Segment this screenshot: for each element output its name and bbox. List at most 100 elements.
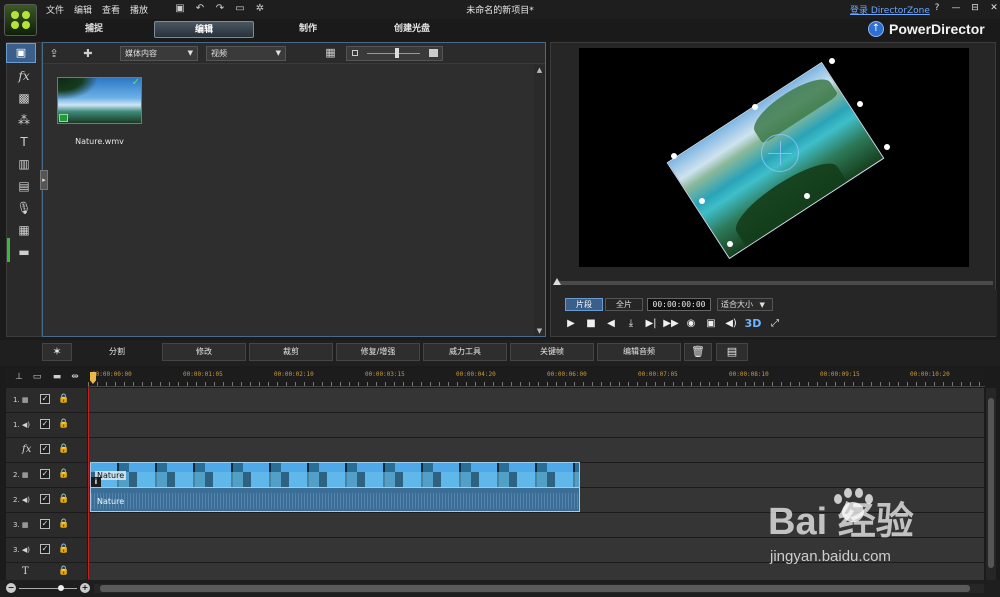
resize-handle[interactable] (857, 101, 863, 107)
trash-icon[interactable]: 🗑 (684, 343, 712, 361)
upgrade-arrow-icon[interactable]: ↑ (868, 21, 884, 37)
fit-size-dropdown[interactable]: 适合大小 ▼ (717, 298, 773, 311)
video-clip[interactable]: Nature i (90, 462, 580, 488)
track-enable-checkbox[interactable]: ✓ (40, 419, 50, 429)
step-icon[interactable]: ⤓ (623, 317, 639, 331)
resize-handle[interactable] (804, 193, 810, 199)
track-lane[interactable] (88, 413, 984, 437)
fx-icon[interactable]: fx (13, 67, 35, 85)
tab-produce[interactable]: 制作 (258, 21, 358, 38)
track-lane[interactable] (88, 438, 984, 462)
media-item-name[interactable]: Nature.wmv (57, 137, 142, 146)
add-track-icon[interactable]: ▬ (50, 371, 64, 383)
panel-collapse-handle[interactable]: ▸ (40, 170, 48, 190)
preview-screen[interactable] (579, 48, 969, 267)
timeline-horizontal-scrollbar[interactable] (94, 584, 984, 593)
lock-icon[interactable]: 🔒 (58, 518, 69, 530)
scrollbar-thumb[interactable] (100, 585, 970, 592)
3d-mode-icon[interactable]: 3D (743, 317, 763, 331)
subtitle-icon[interactable]: ▬ (13, 243, 35, 261)
zoom-in-icon[interactable]: + (80, 583, 90, 593)
thumbnail-size-slider[interactable] (346, 46, 443, 61)
pip-objects-icon[interactable]: ▩ (13, 89, 35, 107)
fix-enhance-button[interactable]: 修复/增强 (336, 343, 420, 361)
scroll-down-icon[interactable]: ▼ (534, 326, 545, 336)
plugin-icon[interactable]: ✚ (79, 46, 97, 61)
more-icon[interactable]: ▤ (716, 343, 748, 361)
storyboard-view-icon[interactable]: ▭ (30, 371, 44, 383)
directorzone-login-link[interactable]: 登录 DirectorZone (850, 3, 930, 16)
help-button[interactable]: ? (930, 2, 944, 15)
transition-icon[interactable]: ▥ (13, 155, 35, 173)
display-icon[interactable]: ▣ (703, 317, 719, 331)
track-lane[interactable] (88, 538, 984, 562)
track-lane[interactable] (88, 513, 984, 537)
lock-icon[interactable]: 🔒 (58, 493, 69, 505)
preview-scrubber[interactable] (555, 281, 993, 285)
type-dropdown[interactable]: 视频 ▼ (206, 46, 286, 61)
keyframe-button[interactable]: 关键帧 (510, 343, 594, 361)
tab-capture[interactable]: 捕捉 (44, 21, 144, 38)
import-media-icon[interactable]: ⇪ (45, 46, 63, 61)
edit-audio-button[interactable]: 编辑音频 (597, 343, 681, 361)
scrubber-thumb[interactable] (553, 278, 561, 285)
resize-handle[interactable] (671, 153, 677, 159)
track-enable-checkbox[interactable]: ✓ (40, 444, 50, 454)
lock-icon[interactable]: 🔒 (58, 543, 69, 555)
zoom-knob[interactable] (58, 585, 64, 591)
fit-timeline-icon[interactable]: ⇹ (68, 371, 82, 383)
volume-icon[interactable]: ◀) (723, 317, 739, 331)
snapshot-icon[interactable]: ◉ (683, 317, 699, 331)
next-frame-icon[interactable]: ▶| (643, 317, 659, 331)
lock-icon[interactable]: 🔒 (58, 393, 69, 405)
track-enable-checkbox[interactable]: ✓ (40, 394, 50, 404)
resize-handle[interactable] (829, 58, 835, 64)
media-room-icon[interactable]: ▣ (6, 43, 36, 63)
content-dropdown[interactable]: 媒体内容 ▼ (120, 46, 198, 61)
resize-handle[interactable] (699, 198, 705, 204)
lock-icon[interactable]: 🔒 (58, 443, 69, 455)
tab-create-disc[interactable]: 创建光盘 (362, 21, 462, 38)
stop-icon[interactable]: ■ (583, 317, 599, 331)
resize-handle[interactable] (727, 241, 733, 247)
library-scrollbar[interactable]: ▲ ▼ (534, 65, 545, 336)
close-button[interactable]: ✕ (987, 2, 1000, 15)
minimize-button[interactable]: — (949, 2, 963, 15)
movie-mode-button[interactable]: 全片 (605, 298, 643, 311)
resize-handle[interactable] (884, 144, 890, 150)
scroll-up-icon[interactable]: ▲ (534, 65, 545, 75)
track-lane[interactable] (88, 388, 984, 412)
track-enable-checkbox[interactable]: ✓ (40, 494, 50, 504)
chapter-icon[interactable]: ▦ (13, 221, 35, 239)
trim-button[interactable]: 裁剪 (249, 343, 333, 361)
lock-icon[interactable]: 🔒 (58, 418, 69, 430)
magic-wand-icon[interactable]: ✶ (42, 343, 72, 361)
scrollbar-thumb[interactable] (988, 398, 994, 568)
play-icon[interactable]: ▶ (563, 317, 579, 331)
particle-icon[interactable]: ⁂ (13, 111, 35, 129)
track-enable-checkbox[interactable]: ✓ (40, 469, 50, 479)
split-button[interactable]: 分割 (76, 343, 158, 361)
timeline-ruler[interactable]: 00:00:00:00 00:00:01:05 00:00:02:10 00:0… (88, 368, 985, 387)
audio-clip[interactable]: Nature (90, 487, 580, 512)
track-lane[interactable] (88, 563, 984, 580)
grid-view-icon[interactable]: ▦ (323, 46, 338, 60)
clip-mode-button[interactable]: 片段 (565, 298, 603, 311)
modify-button[interactable]: 修改 (162, 343, 246, 361)
track-enable-checkbox[interactable]: ✓ (40, 519, 50, 529)
previous-frame-icon[interactable]: ◀ (603, 317, 619, 331)
track-enable-checkbox[interactable]: ✓ (40, 544, 50, 554)
rotation-handle-icon[interactable] (761, 134, 799, 172)
resize-handle[interactable] (752, 104, 758, 110)
slider-thumb[interactable] (395, 48, 399, 58)
tab-edit[interactable]: 编辑 (154, 21, 254, 38)
timeline-view-icon[interactable]: ⊥ (12, 371, 26, 383)
voice-over-icon[interactable]: 🎙 (13, 199, 35, 217)
lock-icon[interactable]: 🔒 (58, 565, 69, 577)
zoom-out-icon[interactable]: − (6, 583, 16, 593)
timeline-zoom-slider[interactable]: − + (6, 583, 90, 594)
timeline-vertical-scrollbar[interactable] (986, 388, 996, 580)
restore-button[interactable]: ⊟ (968, 2, 982, 15)
audio-mixing-icon[interactable]: ▤ (13, 177, 35, 195)
power-tools-button[interactable]: 威力工具 (423, 343, 507, 361)
